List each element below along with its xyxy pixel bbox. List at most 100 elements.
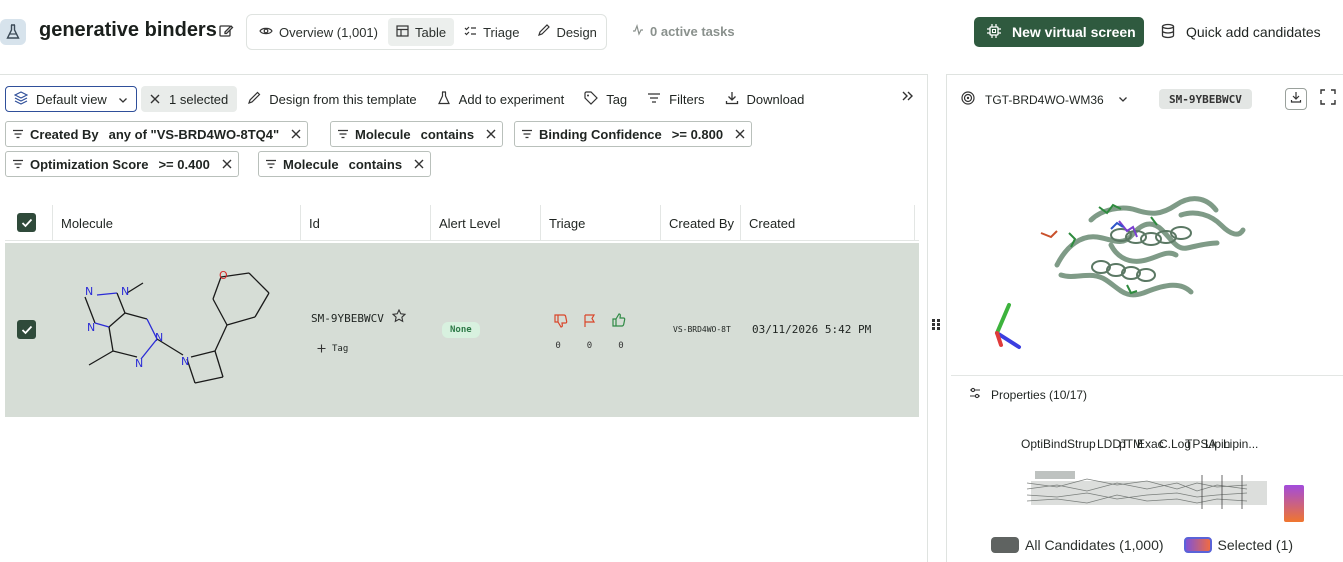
new-virtual-screen-button[interactable]: New virtual screen bbox=[974, 17, 1144, 47]
edit-title-icon[interactable] bbox=[218, 23, 234, 39]
filter-op: >= 0.400 bbox=[158, 156, 210, 172]
collapse-panel-icon[interactable] bbox=[900, 89, 916, 105]
row-checkbox[interactable] bbox=[17, 320, 36, 339]
top-bar: generative binders Overview (1,001) Tabl… bbox=[0, 0, 1343, 64]
filter-field: Molecule bbox=[355, 126, 411, 142]
remove-filter-icon[interactable] bbox=[414, 157, 424, 172]
target-label: TGT-BRD4WO-WM36 bbox=[985, 92, 1104, 107]
pc-axis-label: Bind bbox=[1043, 437, 1068, 451]
tab-table-label: Table bbox=[414, 24, 447, 40]
filters-label: Filters bbox=[669, 91, 705, 107]
filters-button[interactable]: Filters bbox=[637, 86, 714, 112]
column-header-created-by[interactable]: Created By bbox=[660, 205, 740, 241]
svg-text:N: N bbox=[135, 357, 143, 370]
star-icon[interactable] bbox=[391, 308, 407, 328]
parallel-coordinates-plot[interactable] bbox=[1017, 465, 1271, 511]
flask-icon bbox=[0, 19, 26, 45]
remove-filter-icon[interactable] bbox=[291, 127, 301, 142]
flag-icon[interactable] bbox=[582, 313, 597, 333]
page-title: generative binders bbox=[39, 19, 217, 41]
panel-resize-handle[interactable] bbox=[930, 316, 942, 332]
molecule-badge: SM-9YBEBWCV bbox=[1159, 89, 1252, 109]
download-icon bbox=[1290, 90, 1302, 108]
properties-header[interactable]: Properties (10/17) bbox=[969, 387, 1087, 402]
select-all-checkbox[interactable] bbox=[17, 213, 36, 232]
color-scale-bar bbox=[1284, 485, 1304, 522]
triage-cell: 0 0 0 bbox=[553, 313, 626, 351]
layers-icon bbox=[13, 90, 29, 108]
database-icon bbox=[1160, 23, 1176, 42]
column-header-id[interactable]: Id bbox=[300, 205, 430, 241]
column-header-label: Triage bbox=[549, 215, 586, 231]
quick-add-label: Quick add candidates bbox=[1186, 24, 1321, 40]
selection-count-label: 1 selected bbox=[169, 91, 229, 107]
tab-design[interactable]: Design bbox=[529, 18, 604, 46]
target-select[interactable]: TGT-BRD4WO-WM36 bbox=[961, 91, 1128, 108]
filter-op: contains bbox=[420, 126, 475, 142]
thumbs-down-icon[interactable] bbox=[553, 313, 568, 333]
filter-op: contains bbox=[348, 156, 403, 172]
tab-triage[interactable]: Triage bbox=[456, 18, 527, 46]
filter-chip-molecule[interactable]: Molecule contains bbox=[330, 121, 504, 147]
plus-icon bbox=[317, 340, 326, 358]
active-tasks-indicator[interactable]: 0 active tasks bbox=[632, 24, 735, 39]
protein-structure-viewer[interactable] bbox=[951, 125, 1341, 375]
selection-chip[interactable]: 1 selected bbox=[141, 86, 238, 112]
remove-filter-icon[interactable] bbox=[486, 127, 496, 142]
flag-count: 0 bbox=[586, 341, 593, 351]
clear-selection-icon[interactable] bbox=[150, 92, 160, 107]
filter-chip-binding-confidence[interactable]: Binding Confidence >= 0.800 bbox=[514, 121, 753, 147]
active-tasks-label: 0 active tasks bbox=[650, 24, 735, 39]
molecule-id: SM-9YBEBWCV bbox=[311, 312, 384, 325]
alert-badge: None bbox=[442, 322, 480, 338]
column-header-alert-level[interactable]: Alert Level bbox=[430, 205, 540, 241]
download-structure-button[interactable] bbox=[1285, 88, 1307, 110]
checkbox[interactable] bbox=[17, 213, 36, 232]
tag-button[interactable]: Tag bbox=[574, 86, 637, 112]
column-header-molecule[interactable]: Molecule bbox=[52, 205, 300, 241]
filter-field: Molecule bbox=[283, 156, 339, 172]
tab-table[interactable]: Table bbox=[387, 18, 455, 46]
column-header-created[interactable]: Created bbox=[740, 205, 915, 241]
molecule-id-cell: SM-9YBEBWCV bbox=[311, 308, 407, 328]
column-header-label: Id bbox=[309, 215, 320, 231]
download-button[interactable]: Download bbox=[715, 86, 815, 112]
filter-op: >= 0.800 bbox=[671, 126, 724, 142]
checkbox[interactable] bbox=[17, 320, 36, 339]
sliders-icon bbox=[969, 387, 981, 402]
legend-selected[interactable]: Selected (1) bbox=[1183, 537, 1294, 553]
divider bbox=[951, 375, 1343, 376]
filter-chip-molecule-2[interactable]: Molecule contains bbox=[258, 151, 432, 177]
filter-op: any of "VS-BRD4WO-8TQ4" bbox=[108, 126, 280, 142]
chip-icon bbox=[986, 23, 1002, 42]
column-header-label: Created By bbox=[669, 215, 735, 231]
tab-overview[interactable]: Overview (1,001) bbox=[251, 18, 386, 46]
thumbs-up-icon[interactable] bbox=[611, 313, 626, 333]
add-to-experiment-label: Add to experiment bbox=[458, 91, 565, 107]
remove-filter-icon[interactable] bbox=[222, 157, 232, 172]
add-to-experiment-button[interactable]: Add to experiment bbox=[427, 86, 575, 112]
new-virtual-screen-label: New virtual screen bbox=[1012, 24, 1136, 40]
legend-selected-label: Selected (1) bbox=[1217, 537, 1294, 553]
pencil-icon bbox=[247, 91, 261, 108]
column-header-triage[interactable]: Triage bbox=[540, 205, 660, 241]
download-label: Download bbox=[746, 91, 805, 107]
remove-filter-icon[interactable] bbox=[735, 127, 745, 142]
tag-label: Tag bbox=[606, 91, 628, 107]
filter-field: Binding Confidence bbox=[539, 126, 662, 142]
pc-axis-label: Lipin... bbox=[1223, 437, 1259, 451]
quick-add-candidates-button[interactable]: Quick add candidates bbox=[1160, 17, 1321, 47]
view-select[interactable]: Default view bbox=[5, 86, 137, 112]
fullscreen-button[interactable] bbox=[1317, 88, 1339, 110]
table-row[interactable]: N N N N N N O SM-9YBEBWCV Tag None 0 0 0… bbox=[5, 243, 919, 417]
column-header-label: Alert Level bbox=[439, 215, 501, 231]
triage-icon bbox=[464, 25, 477, 40]
filter-icon bbox=[337, 127, 349, 142]
legend-all-candidates[interactable]: All Candidates (1,000) bbox=[991, 537, 1164, 553]
filter-chip-created-by[interactable]: Created By any of "VS-BRD4WO-8TQ4" bbox=[5, 121, 309, 147]
design-from-template-button[interactable]: Design from this template bbox=[237, 86, 426, 112]
filter-icon bbox=[12, 157, 24, 172]
parallel-coordinates-labels: Opti Bind Strup LDDT pTM Exac C.Log TPSA… bbox=[1019, 437, 1319, 451]
filter-chip-optimization-score[interactable]: Optimization Score >= 0.400 bbox=[5, 151, 239, 177]
add-tag-button[interactable]: Tag bbox=[317, 340, 348, 358]
